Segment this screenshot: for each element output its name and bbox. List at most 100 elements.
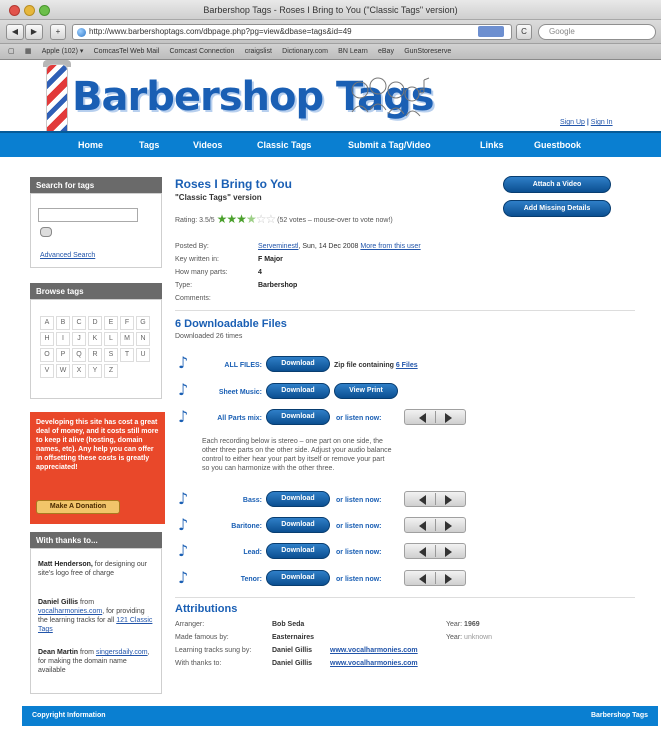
letter-link[interactable]: G <box>136 316 150 330</box>
nav-guestbook[interactable]: Guestbook <box>534 140 581 150</box>
audio-player[interactable] <box>404 570 466 586</box>
play-icon[interactable] <box>445 521 452 531</box>
play-back-icon[interactable] <box>419 574 426 584</box>
download-tenor-button[interactable]: Download <box>266 570 330 586</box>
letter-link[interactable]: M <box>120 332 134 346</box>
poster-link[interactable]: Serveminestl <box>258 243 298 250</box>
sign-in-link[interactable]: Sign In <box>591 119 613 126</box>
rating-line: Rating: 3.5/5 ★★★★☆☆ (52 votes – mouse-o… <box>175 212 393 226</box>
more-from-user-link[interactable]: More from this user <box>360 243 420 250</box>
rating-stars[interactable]: ★★★★☆☆ <box>217 212 277 226</box>
back-button[interactable]: ◀ <box>6 24 24 40</box>
letter-link[interactable]: E <box>104 316 118 330</box>
nav-links[interactable]: Links <box>480 140 504 150</box>
thanks-link[interactable]: singersdaily.com <box>96 649 148 656</box>
lead-label: Lead: <box>243 549 262 556</box>
play-back-icon[interactable] <box>419 495 426 505</box>
download-lead-button[interactable]: Download <box>266 543 330 559</box>
letter-link[interactable]: Y <box>88 364 102 378</box>
letter-link[interactable]: F <box>120 316 134 330</box>
letter-link[interactable]: T <box>120 348 134 362</box>
download-all-button[interactable]: Download <box>266 356 330 372</box>
letter-link[interactable]: O <box>40 348 54 362</box>
letter-link[interactable]: Q <box>72 348 86 362</box>
audio-player[interactable] <box>404 491 466 507</box>
advanced-search-link[interactable]: Advanced Search <box>40 252 95 259</box>
download-baritone-button[interactable]: Download <box>266 517 330 533</box>
copyright-link[interactable]: Copyright Information <box>32 712 106 719</box>
letter-link[interactable]: R <box>88 348 102 362</box>
music-note-icon: ♪ <box>178 568 189 587</box>
letter-link[interactable]: H <box>40 332 54 346</box>
music-note-icon: ♪ <box>178 353 189 372</box>
letter-link[interactable]: J <box>72 332 86 346</box>
play-back-icon[interactable] <box>419 547 426 557</box>
letter-link[interactable]: C <box>72 316 86 330</box>
view-print-button[interactable]: View Print <box>334 383 398 399</box>
key-value: F Major <box>258 256 283 263</box>
star-empty-icon[interactable]: ☆☆ <box>256 212 276 226</box>
audio-player[interactable] <box>404 409 466 425</box>
play-icon[interactable] <box>445 413 452 423</box>
download-all-parts-button[interactable]: Download <box>266 409 330 425</box>
letter-link[interactable]: P <box>56 348 70 362</box>
forward-button[interactable]: ▶ <box>25 24 43 40</box>
letter-link[interactable]: Z <box>104 364 118 378</box>
make-donation-button[interactable]: Make A Donation <box>36 500 120 514</box>
bookmark-item[interactable]: Dictionary.com <box>282 44 328 59</box>
nav-home[interactable]: Home <box>78 140 103 150</box>
nav-classic-tags[interactable]: Classic Tags <box>257 140 311 150</box>
thanks-name: Matt Henderson, <box>38 561 93 568</box>
bookmark-item[interactable]: Apple (102) ▾ <box>42 44 84 59</box>
audio-player[interactable] <box>404 543 466 559</box>
letter-link[interactable]: K <box>88 332 102 346</box>
letter-link[interactable]: U <box>136 348 150 362</box>
letter-link[interactable]: B <box>56 316 70 330</box>
download-sheet-music-button[interactable]: Download <box>266 383 330 399</box>
bookmark-item[interactable]: eBay <box>378 44 394 59</box>
star-full-icon[interactable]: ★★★ <box>217 212 247 226</box>
rss-icon[interactable] <box>478 26 504 37</box>
reload-button[interactable]: C <box>516 24 532 40</box>
nav-videos[interactable]: Videos <box>193 140 222 150</box>
attr-link[interactable]: www.vocalharmonies.com <box>330 647 418 654</box>
play-icon[interactable] <box>445 574 452 584</box>
bookmark-item[interactable]: ComcasTel Web Mail <box>94 44 160 59</box>
letter-link[interactable]: I <box>56 332 70 346</box>
download-bass-button[interactable]: Download <box>266 491 330 507</box>
letter-link[interactable]: L <box>104 332 118 346</box>
address-bar[interactable]: http://www.barbershoptags.com/dbpage.php… <box>72 24 512 40</box>
add-bookmark-button[interactable]: + <box>50 24 66 40</box>
attr-link[interactable]: www.vocalharmonies.com <box>330 660 418 667</box>
attach-video-button[interactable]: Attach a Video <box>503 176 611 193</box>
bookmark-item[interactable]: craigslist <box>245 44 272 59</box>
sign-up-link[interactable]: Sign Up <box>560 119 585 126</box>
votes-text: (52 votes – mouse-over to vote now!) <box>277 217 393 224</box>
letter-link[interactable]: N <box>136 332 150 346</box>
letter-link[interactable]: W <box>56 364 70 378</box>
reading-list-icon[interactable]: ▢ <box>8 44 15 59</box>
letter-link[interactable]: A <box>40 316 54 330</box>
search-go-button[interactable] <box>40 227 52 237</box>
play-back-icon[interactable] <box>419 521 426 531</box>
bookmark-item[interactable]: Comcast Connection <box>169 44 234 59</box>
search-field[interactable]: Google <box>538 24 656 40</box>
audio-player[interactable] <box>404 517 466 533</box>
play-back-icon[interactable] <box>419 413 426 423</box>
play-icon[interactable] <box>445 547 452 557</box>
play-icon[interactable] <box>445 495 452 505</box>
add-missing-details-button[interactable]: Add Missing Details <box>503 200 611 217</box>
letter-link[interactable]: X <box>72 364 86 378</box>
letter-link[interactable]: S <box>104 348 118 362</box>
bookmarks-grid-icon[interactable]: ▦ <box>25 44 32 59</box>
nav-submit[interactable]: Submit a Tag/Video <box>348 140 431 150</box>
tag-search-input[interactable] <box>38 208 138 222</box>
star-half-icon[interactable]: ★ <box>246 212 257 226</box>
letter-link[interactable]: D <box>88 316 102 330</box>
bookmark-item[interactable]: GunStoreserve <box>404 44 451 59</box>
bookmark-item[interactable]: BN Learn <box>338 44 368 59</box>
nav-tags[interactable]: Tags <box>139 140 159 150</box>
thanks-link[interactable]: vocalharmonies.com <box>38 608 102 615</box>
zip-files-link[interactable]: 6 Files <box>396 362 418 369</box>
letter-link[interactable]: V <box>40 364 54 378</box>
